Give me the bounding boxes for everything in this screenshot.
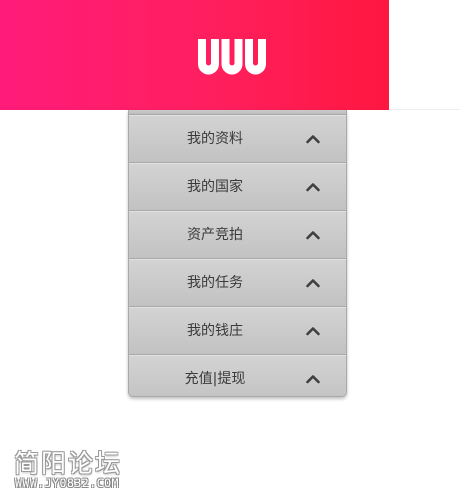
menu-item-tasks[interactable]: 我的任务 (129, 259, 346, 307)
chevron-up-icon (306, 183, 320, 192)
menu-item-profile[interactable]: 我的资料 (129, 115, 346, 163)
page: 我的资料 我的国家 资产竞拍 我的任务 我的钱庄 充值|提现 简阳论坛 WWW.… (0, 0, 460, 502)
menu-item-auction[interactable]: 资产竞拍 (129, 211, 346, 259)
menu-item-label: 资产竞拍 (187, 227, 243, 243)
menu-item-bank[interactable]: 我的钱庄 (129, 307, 346, 355)
watermark-title: 简阳论坛 (14, 449, 123, 478)
chevron-up-icon (306, 231, 320, 240)
menu-item-label: 我的任务 (187, 275, 243, 291)
menu-item-recharge-withdraw[interactable]: 充值|提现 (129, 355, 346, 396)
chevron-up-icon (306, 279, 320, 288)
menu-item-label: 我的资料 (187, 131, 243, 147)
watermark: 简阳论坛 WWW.JY0832.COM (14, 444, 144, 496)
chevron-up-icon (306, 375, 320, 384)
menu-item-label: 我的钱庄 (187, 323, 243, 339)
header-divider (389, 109, 460, 110)
chevron-up-icon (306, 135, 320, 144)
menu-item-label: 充值|提现 (184, 371, 246, 387)
uuu-logo-icon[interactable] (197, 36, 267, 78)
dropdown-menu: 我的资料 我的国家 资产竞拍 我的任务 我的钱庄 充值|提现 (128, 110, 347, 397)
watermark-url: WWW.JY0832.COM (15, 476, 119, 490)
menu-item-country[interactable]: 我的国家 (129, 163, 346, 211)
chevron-up-icon (306, 327, 320, 336)
header-banner (0, 0, 389, 110)
menu-item-label: 我的国家 (187, 179, 243, 195)
